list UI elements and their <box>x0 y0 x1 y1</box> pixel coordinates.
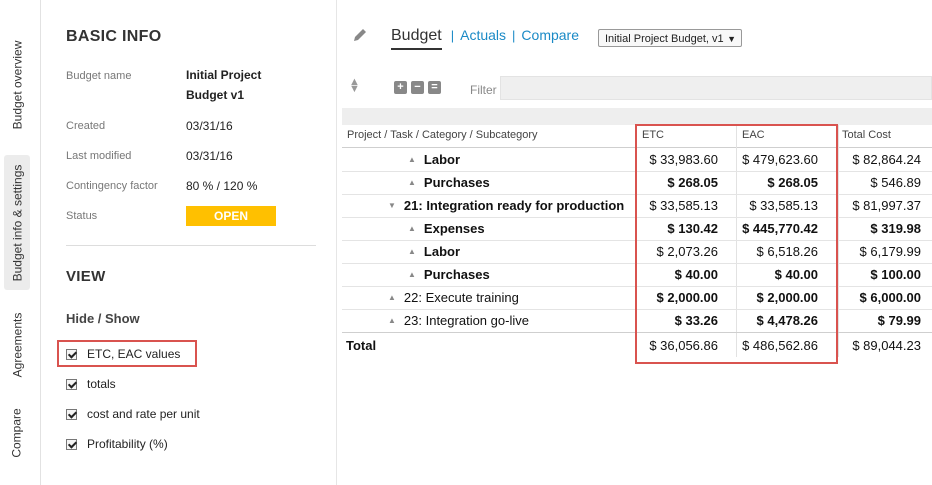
tab-actuals[interactable]: Actuals <box>460 27 506 43</box>
row-name: ▲ Labor <box>408 244 460 259</box>
total-cost: $ 89,044.23 <box>852 338 921 353</box>
tab-budget[interactable]: Budget <box>391 27 442 50</box>
filter-input[interactable] <box>500 76 932 100</box>
tab-separator: | <box>450 28 455 43</box>
row-name: ▲ Purchases <box>408 267 490 282</box>
option-totals[interactable]: totals <box>66 377 116 391</box>
chevron-down-icon: ▼ <box>727 34 736 44</box>
vertical-tab-rail: Budget overview Budget info & settings A… <box>0 0 41 485</box>
row-name-text: Labor <box>423 152 461 167</box>
option-cost-rate-label: cost and rate per unit <box>87 407 200 421</box>
highlight-box-option <box>57 340 197 367</box>
vtab-agreements[interactable]: Agreements <box>4 305 30 385</box>
budget-version-value: Initial Project Budget, v1 <box>605 33 724 45</box>
row-name-text: 21: Integration ready for production <box>403 198 625 213</box>
cell-total: $ 82,864.24 <box>852 152 921 167</box>
row-name-text: 23: Integration go-live <box>403 313 529 328</box>
highlight-box-etc-eac <box>635 124 838 364</box>
view-tabs: Budget | Actuals | Compare <box>391 27 579 50</box>
status-label: Status <box>66 210 98 222</box>
view-title: VIEW <box>66 268 106 285</box>
vtab-compare-label: Compare <box>10 407 25 458</box>
tab-compare[interactable]: Compare <box>521 27 579 43</box>
checkbox-profitability[interactable] <box>66 438 77 450</box>
tab-separator: | <box>512 28 516 43</box>
budget-name-line1: Initial Project <box>186 68 262 82</box>
cell-total: $ 79.99 <box>877 313 921 328</box>
vtab-agreements-label: Agreements <box>10 312 25 378</box>
expand-triangle-icon[interactable]: ▲ <box>408 247 416 256</box>
expand-button[interactable]: + <box>394 81 407 94</box>
basic-info-title: BASIC INFO <box>66 28 162 45</box>
created-label: Created <box>66 120 106 132</box>
collapse-triangle-icon[interactable]: ▼ <box>388 201 396 210</box>
checkbox-totals[interactable] <box>66 378 77 390</box>
cell-total: $ 81,997.37 <box>852 198 921 213</box>
expand-triangle-icon[interactable]: ▲ <box>388 316 396 325</box>
cell-total: $ 319.98 <box>870 221 921 236</box>
hide-show-label: Hide / Show <box>66 311 140 326</box>
budget-name-label: Budget name <box>66 70 132 82</box>
cell-total: $ 100.00 <box>870 267 921 282</box>
filter-label: Filter <box>470 83 497 97</box>
sort-arrows-icon[interactable]: ▲ ▼ <box>349 77 360 95</box>
header-name[interactable]: Project / Task / Category / Subcategory <box>347 129 538 141</box>
row-name: ▲ Labor <box>408 152 460 167</box>
budget-version-select[interactable]: Initial Project Budget, v1 ▼ <box>598 29 742 47</box>
collapse-button[interactable]: − <box>411 81 424 94</box>
contingency-value: 80 % / 120 % <box>186 179 258 193</box>
budget-name-value: Initial Project Budget v1 <box>186 65 261 105</box>
collapse-all-button[interactable]: = <box>428 81 441 94</box>
vtab-budget-info-settings[interactable]: Budget info & settings <box>4 155 30 290</box>
toolbar-band <box>342 108 932 125</box>
option-profitability[interactable]: Profitability (%) <box>66 437 168 451</box>
row-name: ▲ Expenses <box>408 221 485 236</box>
vtab-compare[interactable]: Compare <box>4 400 30 465</box>
expand-triangle-icon[interactable]: ▲ <box>408 178 416 187</box>
info-panel: BASIC INFO Budget name Initial Project B… <box>41 0 337 485</box>
last-modified-label: Last modified <box>66 150 132 162</box>
header-total[interactable]: Total Cost <box>842 129 891 141</box>
row-name-text: Labor <box>423 244 461 259</box>
expand-triangle-icon[interactable]: ▲ <box>408 224 416 233</box>
status-badge: OPEN <box>186 206 276 226</box>
row-name: ▼ 21: Integration ready for production <box>388 198 624 213</box>
vtab-budget-overview-label: Budget overview <box>10 40 24 130</box>
vtab-budget-overview[interactable]: Budget overview <box>4 30 30 140</box>
option-profitability-label: Profitability (%) <box>87 437 168 451</box>
pencil-icon[interactable] <box>352 27 368 47</box>
last-modified-value: 03/31/16 <box>186 149 233 163</box>
row-name-text: Purchases <box>423 175 490 190</box>
budget-name-line2: Budget v1 <box>186 88 245 102</box>
expand-triangle-icon[interactable]: ▲ <box>408 270 416 279</box>
cell-total: $ 6,000.00 <box>859 290 921 305</box>
option-totals-label: totals <box>87 377 116 391</box>
created-value: 03/31/16 <box>186 119 233 133</box>
contingency-label: Contingency factor <box>66 180 158 192</box>
option-cost-rate[interactable]: cost and rate per unit <box>66 407 200 421</box>
row-name: ▲ 23: Integration go-live <box>388 313 529 328</box>
row-name-text: Purchases <box>423 267 490 282</box>
section-divider <box>66 245 316 246</box>
expand-triangle-icon[interactable]: ▲ <box>408 155 416 164</box>
row-name-text: 22: Execute training <box>403 290 519 305</box>
cell-total: $ 546.89 <box>870 175 921 190</box>
total-label: Total <box>346 338 377 353</box>
row-name-text: Expenses <box>423 221 485 236</box>
row-name: ▲ 22: Execute training <box>388 290 519 305</box>
vtab-budget-info-label: Budget info & settings <box>10 164 24 281</box>
cell-total: $ 6,179.99 <box>859 244 921 259</box>
expand-triangle-icon[interactable]: ▲ <box>388 293 396 302</box>
checkbox-cost-rate[interactable] <box>66 408 77 420</box>
row-name: ▲ Purchases <box>408 175 490 190</box>
